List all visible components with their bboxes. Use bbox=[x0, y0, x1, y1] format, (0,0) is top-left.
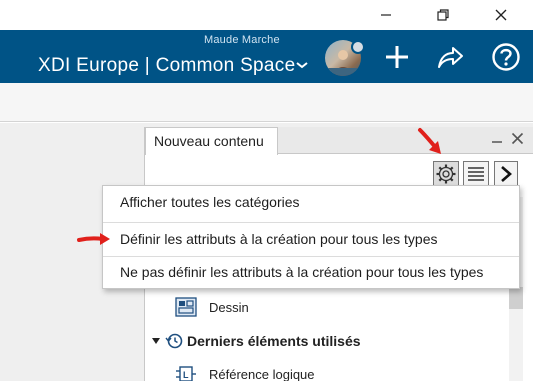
close-icon bbox=[495, 9, 507, 21]
recent-icon bbox=[165, 333, 183, 349]
minimize-button[interactable] bbox=[363, 0, 409, 30]
caret-down-icon bbox=[152, 338, 160, 344]
help-icon bbox=[492, 43, 520, 71]
annotation-arrow-icon bbox=[77, 233, 110, 245]
menu-item-do-not-define-attributes[interactable]: Ne pas définir les attributs à la créati… bbox=[103, 256, 519, 288]
app-header: Maude Marche XDI Europe | Common Space bbox=[0, 30, 533, 83]
scrollbar-thumb[interactable] bbox=[509, 287, 523, 309]
close-panel-icon[interactable] bbox=[511, 132, 524, 150]
list-item-reference-logique[interactable]: L Référence logique bbox=[175, 365, 315, 381]
logical-reference-icon: L bbox=[176, 366, 196, 381]
drawing-icon bbox=[175, 297, 197, 317]
share-icon bbox=[438, 47, 463, 68]
svg-text:L: L bbox=[183, 370, 189, 380]
list-view-button[interactable] bbox=[463, 161, 489, 187]
status-badge bbox=[351, 40, 365, 54]
section-recent[interactable]: Derniers éléments utilisés bbox=[151, 332, 361, 350]
settings-button[interactable] bbox=[433, 161, 459, 187]
window-titlebar bbox=[0, 0, 533, 30]
menu-item-define-attributes[interactable]: Définir les attributs à la création pour… bbox=[103, 223, 519, 255]
section-label: Derniers éléments utilisés bbox=[187, 333, 361, 349]
menu-item-show-all-categories[interactable]: Afficher toutes les catégories bbox=[103, 186, 519, 218]
add-button[interactable] bbox=[382, 42, 412, 72]
context-menu: Afficher toutes les catégories Définir l… bbox=[102, 185, 520, 289]
close-window-button[interactable] bbox=[478, 0, 524, 30]
app-window: Maude Marche XDI Europe | Common Space N… bbox=[0, 0, 533, 381]
list-item-dessin[interactable]: Dessin bbox=[175, 297, 249, 317]
chevron-down-icon[interactable] bbox=[295, 57, 309, 75]
toolbar-strip bbox=[0, 83, 533, 122]
restore-icon bbox=[437, 9, 449, 21]
add-icon bbox=[386, 46, 408, 68]
tab-nouveau-contenu[interactable]: Nouveau contenu bbox=[145, 127, 278, 155]
user-name: Maude Marche bbox=[204, 34, 280, 46]
gear-icon bbox=[436, 164, 456, 184]
expand-button[interactable] bbox=[494, 161, 518, 187]
share-button[interactable] bbox=[435, 42, 465, 72]
space-title[interactable]: XDI Europe | Common Space bbox=[38, 55, 295, 77]
restore-button[interactable] bbox=[420, 0, 466, 30]
minimize-icon bbox=[381, 14, 391, 16]
list-item-label: Dessin bbox=[209, 299, 249, 315]
minimize-panel-icon[interactable] bbox=[491, 132, 503, 150]
help-button[interactable] bbox=[491, 42, 521, 72]
list-item-label: Référence logique bbox=[209, 366, 315, 381]
list-icon bbox=[468, 167, 484, 181]
expand-icon bbox=[501, 166, 512, 182]
annotation-arrow-icon bbox=[418, 128, 441, 154]
